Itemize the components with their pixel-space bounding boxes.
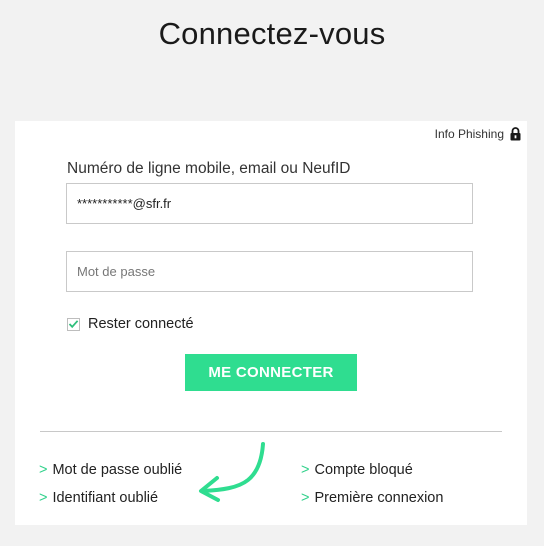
- forgot-identifier-link[interactable]: > Identifiant oublié: [39, 490, 158, 506]
- remember-me-label: Rester connecté: [88, 316, 194, 332]
- checkmark-icon: [68, 320, 79, 329]
- first-login-link[interactable]: > Première connexion: [301, 490, 443, 506]
- account-blocked-label: Compte bloqué: [314, 462, 413, 478]
- login-identifier-input[interactable]: [66, 183, 473, 224]
- page-title: Connectez-vous: [158, 16, 386, 51]
- account-blocked-link[interactable]: > Compte bloqué: [301, 462, 413, 478]
- chevron-right-icon: >: [301, 490, 310, 506]
- info-phishing-label: Info Phishing: [434, 127, 504, 141]
- login-card: Info Phishing Numéro de ligne mobile, em…: [15, 121, 527, 525]
- forgot-password-link[interactable]: > Mot de passe oublié: [39, 462, 182, 478]
- login-page: Connectez-vous Info Phishing Numéro de l…: [0, 0, 544, 546]
- first-login-label: Première connexion: [314, 490, 444, 506]
- forgot-identifier-label: Identifiant oublié: [52, 490, 159, 506]
- info-phishing-link[interactable]: Info Phishing: [435, 127, 521, 141]
- lock-icon: [510, 127, 521, 141]
- login-submit-button[interactable]: ME CONNECTER: [185, 354, 357, 391]
- login-identifier-label: Numéro de ligne mobile, email ou NeufID: [67, 160, 351, 177]
- chevron-right-icon: >: [301, 462, 310, 478]
- remember-me-checkbox[interactable]: [67, 317, 80, 331]
- password-input[interactable]: [66, 251, 473, 292]
- chevron-right-icon: >: [39, 490, 48, 506]
- remember-me-toggle[interactable]: Rester connecté: [67, 316, 194, 332]
- divider: [40, 431, 502, 432]
- chevron-right-icon: >: [39, 462, 48, 478]
- forgot-password-label: Mot de passe oublié: [52, 462, 183, 478]
